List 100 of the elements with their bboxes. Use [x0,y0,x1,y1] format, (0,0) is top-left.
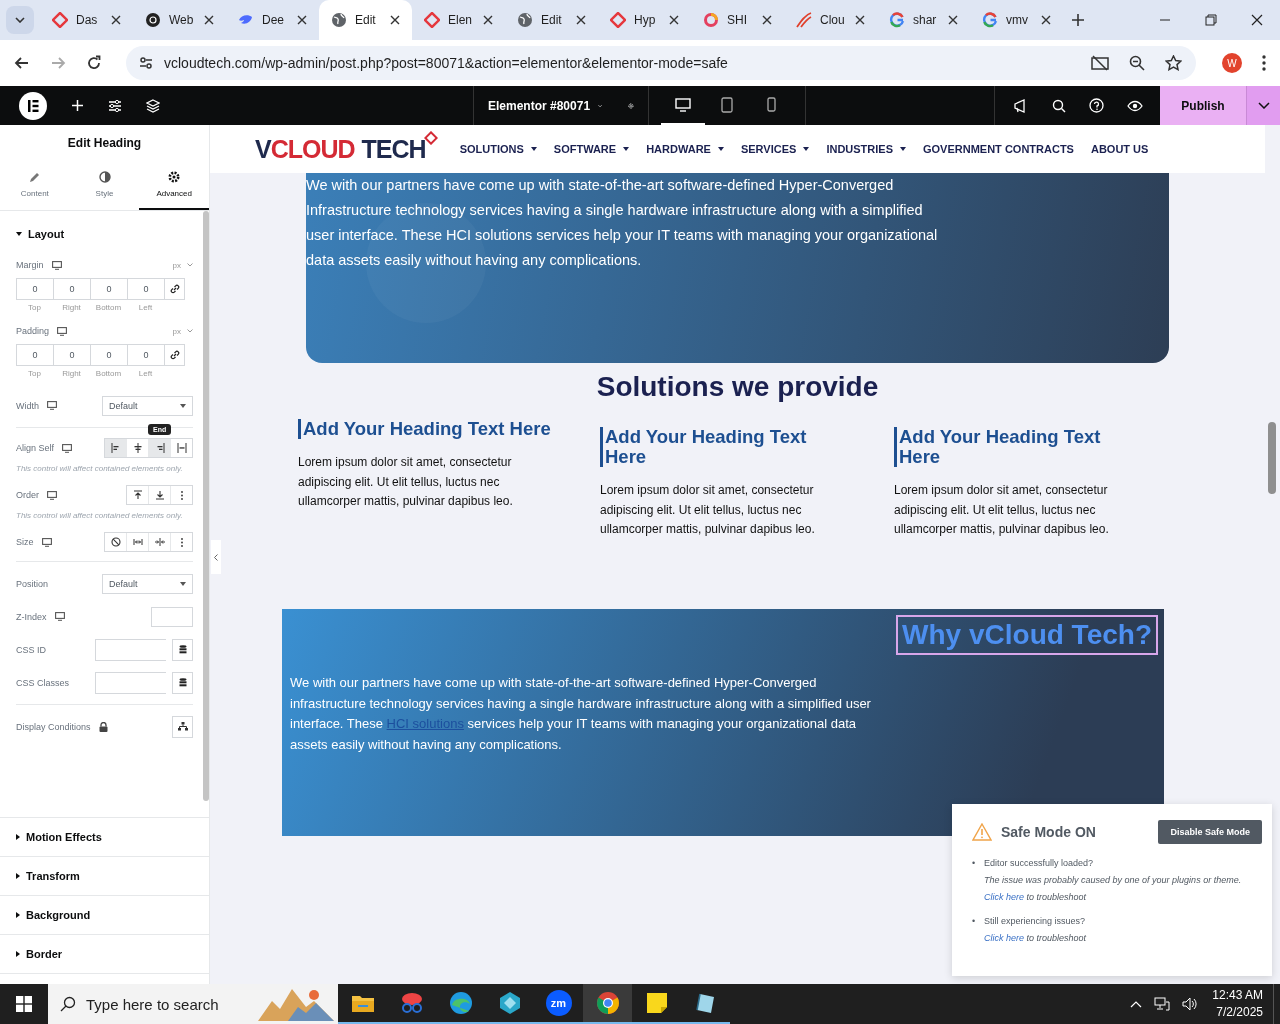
close-icon[interactable] [483,15,493,25]
dimension-input[interactable]: 0 [127,278,164,300]
chevron-up-icon[interactable] [1130,1000,1143,1008]
browser-tab[interactable]: vmv [970,0,1063,40]
browser-tab[interactable]: Edit [505,0,598,40]
close-icon[interactable] [1041,15,1051,25]
order-control[interactable] [126,485,193,505]
dynamic-tags-button[interactable] [172,638,193,661]
width-select[interactable]: Default [102,395,193,416]
section-header[interactable]: Border [0,935,209,974]
text-input[interactable] [95,671,166,694]
zoom-icon[interactable] [1129,55,1145,71]
star-icon[interactable] [1165,55,1182,71]
chevron-down-icon[interactable] [187,329,193,333]
reload-icon[interactable] [86,55,102,71]
nav-link[interactable]: SERVICES [740,143,810,155]
nav-link[interactable]: SOFTWARE [553,143,630,155]
nav-link[interactable]: ABOUT US [1090,143,1149,155]
troubleshoot-link[interactable]: Click here [984,933,1024,943]
section-header[interactable]: Transform [0,857,209,896]
close-icon[interactable] [948,15,958,25]
nav-link[interactable]: INDUSTRIES [826,143,906,155]
nav-link[interactable]: GOVERNMENT CONTRACTS [923,143,1074,155]
monitor-icon[interactable] [57,326,68,336]
monitor-icon[interactable] [54,612,65,621]
z-index-input[interactable] [151,606,193,627]
dynamic-tags-button[interactable] [172,671,193,694]
section-header[interactable]: Motion Effects [0,818,209,857]
profile-avatar[interactable]: W [1222,53,1242,73]
link-values-button[interactable] [164,278,185,300]
dimension-input[interactable]: 0 [16,344,53,366]
dimension-input[interactable]: 0 [16,278,53,300]
monitor-icon[interactable] [51,260,62,270]
browser-tab[interactable]: Dee [226,0,319,40]
notebook-icon [694,992,717,1014]
mobile-icon [766,97,776,112]
chevron-down-icon[interactable] [187,263,193,267]
help-icon[interactable] [1089,98,1104,113]
layers-icon[interactable] [146,98,160,113]
restore-icon[interactable] [1205,14,1217,26]
close-icon[interactable] [390,15,400,25]
close-icon[interactable] [855,15,865,25]
search-icon[interactable] [1052,98,1066,113]
speaker-icon[interactable] [1182,997,1199,1011]
dimension-input[interactable]: 0 [53,344,90,366]
close-icon[interactable] [576,15,586,25]
panel-tab[interactable]: Content [0,161,70,210]
size-control[interactable] [104,532,193,552]
clock-date[interactable]: 7/2/2025 [1216,1004,1263,1021]
disable-safe-mode-button[interactable]: Disable Safe Mode [1158,820,1262,844]
browser-tab[interactable]: Das [40,0,133,40]
nav-link[interactable]: HARDWARE [646,143,724,155]
dimension-input[interactable]: 0 [53,278,90,300]
section-header[interactable]: Background [0,896,209,935]
panel-tab[interactable]: Style [69,161,140,210]
monitor-icon[interactable] [47,401,57,410]
close-icon[interactable] [111,15,121,25]
clock-time[interactable]: 12:43 AM [1212,987,1263,1004]
browser-tab[interactable]: Edit [319,0,412,40]
address-bar[interactable]: vcloudtech.com/wp-admin/post.php?post=80071&action=elementor&elementor-mode=safe [126,46,1196,80]
link-values-button[interactable] [164,344,185,366]
dimension-input[interactable]: 0 [90,278,127,300]
tab-search-button[interactable] [6,6,34,34]
menu-icon[interactable] [1262,55,1266,71]
publish-options-button[interactable] [1246,86,1280,125]
elementor-logo-icon[interactable] [19,91,47,120]
chevron-down-icon[interactable] [598,102,603,109]
browser-tab[interactable]: Hyp [598,0,691,40]
dimension-input[interactable]: 0 [127,344,164,366]
display-conditions-button[interactable] [172,715,193,738]
browser-tab[interactable]: Web [133,0,226,40]
close-icon[interactable] [669,15,679,25]
publish-button[interactable]: Publish [1160,86,1246,125]
dimension-input[interactable]: 0 [90,344,127,366]
monitor-icon[interactable] [62,443,73,453]
text-input[interactable] [95,638,166,661]
close-icon[interactable] [204,15,214,25]
position-select[interactable]: Default [102,573,193,594]
browser-tab[interactable]: Elen [412,0,505,40]
close-icon[interactable] [762,15,772,25]
browser-tab[interactable]: SHI [691,0,784,40]
browser-tab[interactable]: Clou [784,0,877,40]
taskbar-app[interactable] [583,984,632,1024]
monitor-icon[interactable] [41,537,52,547]
section-header[interactable]: Layout [16,211,193,257]
monitor-icon[interactable] [47,490,57,500]
network-icon[interactable] [1154,997,1171,1011]
browser-tab[interactable]: shar [877,0,970,40]
sliders-icon[interactable] [108,98,122,113]
close-icon[interactable] [1251,14,1263,26]
new-tab-icon[interactable] [1071,13,1085,27]
camera-off-icon[interactable] [1091,55,1109,71]
back-arrow-icon[interactable] [14,55,30,71]
troubleshoot-link[interactable]: Click here [984,892,1024,902]
close-icon[interactable] [297,15,307,25]
add-icon[interactable] [71,99,84,112]
eye-icon[interactable] [1127,99,1143,112]
nav-link[interactable]: SOLUTIONS [459,143,537,155]
site-logo[interactable]: VCLOUD TECH [255,134,438,164]
document-title-button[interactable]: Elementor #80071 [488,98,591,113]
